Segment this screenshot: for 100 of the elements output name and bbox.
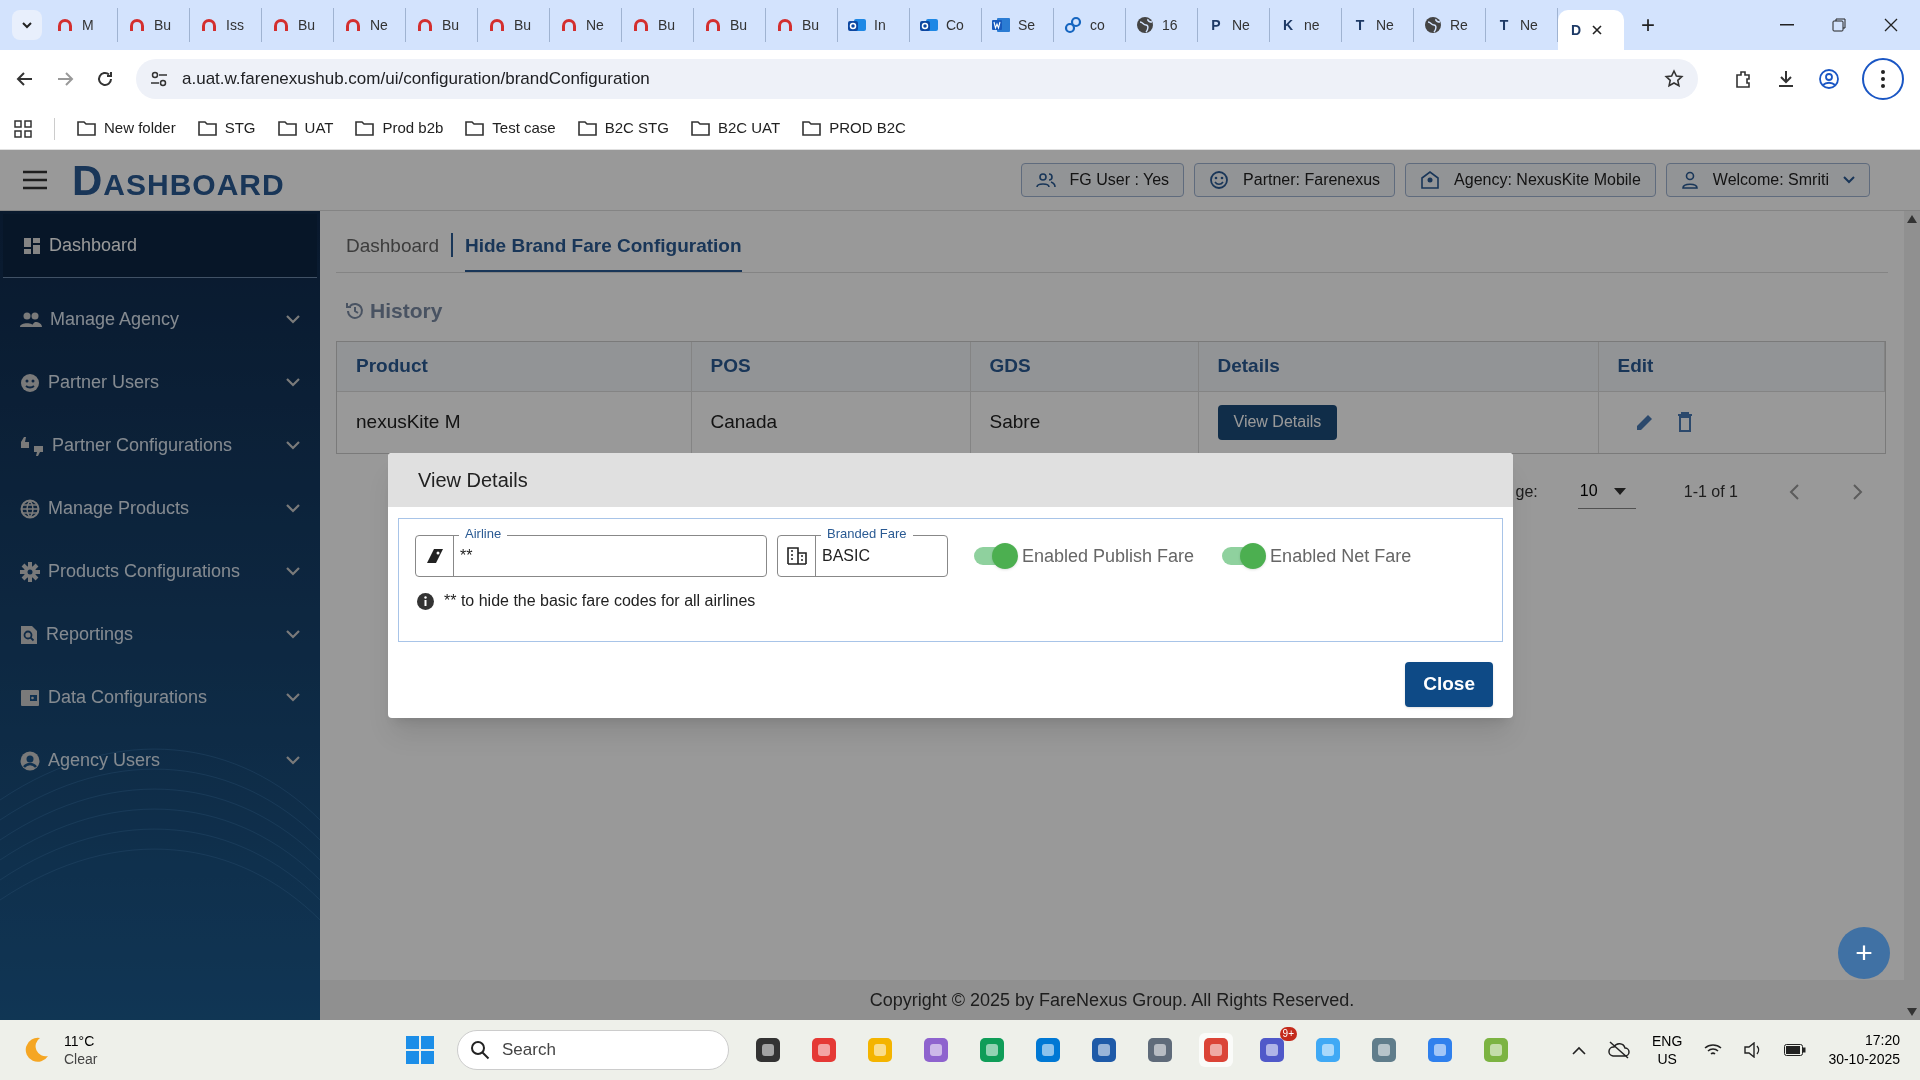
forward-icon[interactable] (56, 70, 74, 88)
sidebar-item[interactable]: Partner Configurations (0, 414, 320, 477)
view-details-button[interactable]: View Details (1217, 404, 1338, 440)
browser-tab[interactable]: D (1558, 10, 1624, 50)
arch-icon (416, 18, 434, 32)
minimize-icon[interactable] (1780, 24, 1794, 26)
sidebar-item[interactable]: Dashboard (3, 214, 317, 278)
browser-tab[interactable]: Bu (262, 8, 334, 42)
browser-tab[interactable]: T Ne (1342, 8, 1414, 42)
tab-search-button[interactable] (12, 10, 42, 40)
restore-icon[interactable] (1832, 18, 1846, 32)
clock-date[interactable]: 30-10-2025 (1828, 1050, 1900, 1069)
region-text[interactable]: US (1657, 1050, 1677, 1068)
download-icon[interactable] (1776, 69, 1796, 89)
globe-icon (20, 498, 40, 519)
pencil-icon[interactable] (1634, 412, 1655, 433)
site-settings-icon[interactable] (150, 71, 168, 87)
scroll-up-icon[interactable] (1907, 215, 1917, 223)
browser-tab[interactable]: Bu (118, 8, 190, 42)
menu-button[interactable] (1862, 58, 1904, 100)
browser-tab[interactable]: Re (1414, 8, 1486, 42)
page-range-text: 1-1 of 1 (1683, 481, 1738, 502)
table-cell: Sabre (970, 391, 1198, 453)
apps-grid-icon[interactable] (14, 119, 32, 138)
sidebar-item[interactable]: Agency Users (0, 729, 320, 792)
column-header: Product (337, 341, 691, 392)
bookmark-item[interactable]: B2C STG (577, 117, 669, 140)
header-badge[interactable]: FG User : Yes (1020, 163, 1185, 197)
browser-tab[interactable]: Iss (190, 8, 262, 42)
browser-tab[interactable]: co (1054, 8, 1126, 42)
browser-tab[interactable]: In (838, 8, 910, 42)
browser-tab[interactable]: Co (910, 8, 982, 42)
start-icon[interactable] (405, 1035, 435, 1065)
browser-tab[interactable]: Bu (406, 8, 478, 42)
browser-tab[interactable]: Bu (622, 8, 694, 42)
clock-time[interactable]: 17:20 (1864, 1031, 1900, 1050)
taskbar-search-field[interactable]: Search (457, 1030, 729, 1070)
menu-icon[interactable] (22, 170, 48, 190)
tab-title: Bu (154, 15, 172, 35)
battery-icon[interactable] (1784, 1044, 1807, 1056)
tab-title: M (82, 15, 94, 35)
arch-icon (560, 18, 578, 32)
browser-tab[interactable]: 16 (1126, 8, 1198, 42)
bookmark-item[interactable]: UAT (277, 117, 334, 140)
browser-tab[interactable]: Se (982, 8, 1054, 42)
app-icon[interactable] (754, 1036, 782, 1064)
close-icon[interactable] (1884, 18, 1898, 32)
reload-icon[interactable] (96, 70, 114, 88)
rows-per-page-select[interactable]: 10 (1577, 474, 1636, 509)
app-icon[interactable] (1090, 1036, 1118, 1064)
app-icon[interactable] (1146, 1036, 1174, 1064)
header-badge[interactable]: Partner: Farenexus (1194, 163, 1396, 197)
new-tab-button[interactable]: + (1634, 11, 1662, 39)
header-badge[interactable]: Welcome: Smriti (1665, 163, 1870, 197)
tab-title: Ne (370, 15, 388, 35)
close-tab-icon[interactable] (1592, 25, 1602, 35)
bookmark-item[interactable]: Test case (465, 117, 556, 140)
wifi-icon[interactable] (1704, 1043, 1723, 1057)
column-header: Details (1198, 341, 1598, 392)
tab-title: Iss (226, 15, 244, 35)
sidebar-item[interactable]: Partner Users (0, 351, 320, 414)
sidebar-item[interactable]: Manage Products (0, 477, 320, 540)
bookmark-item[interactable]: New folder (77, 117, 176, 140)
back-icon[interactable] (16, 70, 34, 88)
column-header: POS (691, 341, 970, 392)
browser-tab[interactable]: M (46, 8, 118, 42)
browser-tab[interactable]: Bu (694, 8, 766, 42)
bookmark-item[interactable]: PROD B2C (802, 117, 906, 140)
browser-tab[interactable]: P Ne (1198, 8, 1270, 42)
bookmark-item[interactable]: STG (197, 117, 256, 140)
app-icon[interactable] (1258, 1036, 1286, 1064)
bookmark-item[interactable]: B2C UAT (690, 117, 781, 140)
show-hidden-icons-icon[interactable] (1572, 1045, 1587, 1055)
breadcrumb-link[interactable]: Hide Brand Fare Configuration (464, 231, 742, 272)
cloud-off-icon[interactable] (1608, 1041, 1631, 1059)
sidebar-item[interactable]: Manage Agency (0, 288, 320, 351)
scroll-down-icon[interactable] (1907, 1008, 1917, 1016)
browser-tab[interactable]: Bu (766, 8, 838, 42)
sidebar-item[interactable]: Products Configurations (0, 540, 320, 603)
trash-icon[interactable] (1676, 412, 1693, 433)
breadcrumb-link[interactable]: Dashboard (346, 231, 439, 272)
browser-tab[interactable]: Bu (478, 8, 550, 42)
bookmark-item[interactable]: Prod b2b (355, 117, 444, 140)
address-bar[interactable]: a.uat.w.farenexushub.com/ui/configuration/brandConfiguration (136, 59, 1698, 99)
sidebar-item[interactable]: Reportings (0, 603, 320, 666)
search-icon (470, 1040, 490, 1060)
language-text[interactable]: ENG (1652, 1032, 1683, 1050)
bookmark-star-icon[interactable] (1664, 69, 1684, 89)
folder-icon (197, 121, 217, 136)
sidebar-item[interactable]: Data Configurations (0, 666, 320, 729)
browser-tab[interactable]: Ne (334, 8, 406, 42)
tab-title: 16 (1162, 15, 1178, 35)
browser-tab[interactable]: Ne (550, 8, 622, 42)
header-badge[interactable]: Agency: NexusKite Mobile (1405, 163, 1656, 197)
chevron-down-icon (286, 693, 300, 702)
browser-tab[interactable]: K ne (1270, 8, 1342, 42)
close-button[interactable]: Close (1405, 662, 1493, 707)
profile-icon[interactable] (1818, 68, 1840, 90)
document-search-icon (20, 624, 38, 645)
arch-icon (272, 18, 290, 32)
